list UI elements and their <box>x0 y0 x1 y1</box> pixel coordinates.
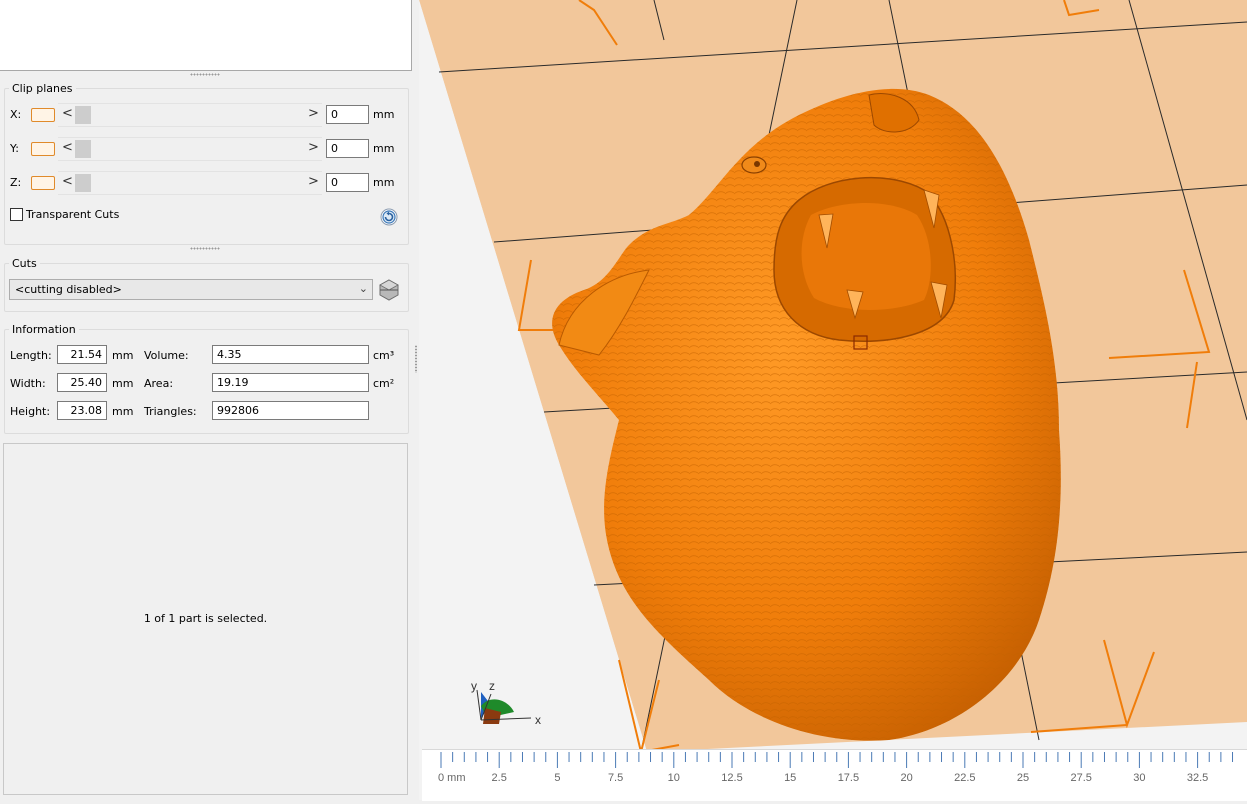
axis-x-label: x <box>535 713 541 727</box>
volume-field: 4.35 <box>212 345 369 364</box>
height-field: 23.08 <box>57 401 107 420</box>
clip-y-indicator[interactable] <box>31 142 55 156</box>
height-label: Height: <box>10 405 51 418</box>
ruler-label: 0 mm <box>438 772 466 784</box>
ruler-label: 20 <box>900 772 912 784</box>
ruler-label: 15 <box>784 772 796 784</box>
triangles-field: 992806 <box>212 401 369 420</box>
cuts-title: Cuts <box>9 257 40 270</box>
ruler-label: 5 <box>554 772 560 784</box>
triangles-label: Triangles: <box>144 405 197 418</box>
clip-z-input[interactable]: 0 <box>326 173 369 192</box>
ruler-label: 30 <box>1133 772 1145 784</box>
clip-y-slider[interactable]: < > <box>58 137 322 161</box>
ruler-label: 25 <box>1017 772 1029 784</box>
ruler-label: 32.5 <box>1187 772 1208 784</box>
selection-status-text: 1 of 1 part is selected. <box>143 612 268 625</box>
clip-x-unit: mm <box>373 108 395 121</box>
clip-z-label: Z: <box>10 176 22 189</box>
transparent-cuts-checkbox[interactable] <box>10 208 23 221</box>
slider-right-arrow-icon[interactable]: > <box>308 140 319 155</box>
splitter-grip[interactable] <box>190 73 220 76</box>
left-panel: Clip planes X: < > 0 mm Y: < > 0 mm Z: <… <box>0 0 414 800</box>
slider-thumb[interactable] <box>75 106 91 124</box>
volume-unit: cm³ <box>373 349 395 362</box>
ruler-label: 27.5 <box>1070 772 1091 784</box>
clip-x-indicator[interactable] <box>31 108 55 122</box>
area-unit: cm² <box>373 377 395 390</box>
ruler-label: 22.5 <box>954 772 975 784</box>
length-unit: mm <box>112 349 134 362</box>
measurement-ruler: 0 mm 2.5 5 7.5 10 12.5 15 17.5 20 22.5 25 27.5 30 32.… <box>422 749 1247 801</box>
clip-x-slider[interactable]: < > <box>58 103 322 127</box>
clip-planes-title: Clip planes <box>9 82 76 95</box>
ruler-label: 10 <box>668 772 680 784</box>
clip-z-unit: mm <box>373 176 395 189</box>
clip-y-input[interactable]: 0 <box>326 139 369 158</box>
cuts-dropdown-value: <cutting disabled> <box>15 283 122 296</box>
clip-y-label: Y: <box>10 142 19 155</box>
clip-z-slider[interactable]: < > <box>58 171 322 195</box>
3d-viewport[interactable]: x y z <box>419 0 1247 800</box>
selection-status-panel: 1 of 1 part is selected. <box>3 443 408 795</box>
slider-left-arrow-icon[interactable]: < <box>62 140 73 155</box>
width-unit: mm <box>112 377 134 390</box>
splitter-grip[interactable] <box>190 247 220 250</box>
viewport-scene: x y z <box>419 0 1247 800</box>
length-field: 21.54 <box>57 345 107 364</box>
slider-thumb[interactable] <box>75 174 91 192</box>
information-title: Information <box>9 323 79 336</box>
volume-label: Volume: <box>144 349 189 362</box>
length-label: Length: <box>10 349 52 362</box>
cut-tool-icon[interactable] <box>377 278 401 302</box>
ruler-label: 17.5 <box>838 772 859 784</box>
clip-z-indicator[interactable] <box>31 176 55 190</box>
clip-x-input[interactable]: 0 <box>326 105 369 124</box>
axis-y-label: y <box>471 679 477 693</box>
ruler-label: 12.5 <box>721 772 742 784</box>
ruler-label: 7.5 <box>608 772 623 784</box>
slider-right-arrow-icon[interactable]: > <box>308 174 319 189</box>
vertical-splitter[interactable] <box>412 0 419 800</box>
clip-y-unit: mm <box>373 142 395 155</box>
transparent-cuts-label[interactable]: Transparent Cuts <box>26 208 119 221</box>
slider-thumb[interactable] <box>75 140 91 158</box>
reset-icon[interactable] <box>380 208 398 226</box>
slider-right-arrow-icon[interactable]: > <box>308 106 319 121</box>
object-list-panel[interactable] <box>0 0 412 71</box>
cuts-dropdown[interactable]: <cutting disabled> ⌄ <box>9 279 373 300</box>
slider-left-arrow-icon[interactable]: < <box>62 106 73 121</box>
area-field: 19.19 <box>212 373 369 392</box>
slider-left-arrow-icon[interactable]: < <box>62 174 73 189</box>
width-label: Width: <box>10 377 46 390</box>
height-unit: mm <box>112 405 134 418</box>
clip-x-label: X: <box>10 108 22 121</box>
splitter-grip[interactable] <box>415 345 417 373</box>
ruler-scale: 0 mm 2.5 5 7.5 10 12.5 15 17.5 20 22.5 25 27.5 30 32.… <box>438 752 1234 784</box>
width-field: 25.40 <box>57 373 107 392</box>
axis-z-label: z <box>489 679 495 693</box>
ruler-label: 2.5 <box>492 772 507 784</box>
area-label: Area: <box>144 377 174 390</box>
chevron-down-icon: ⌄ <box>358 282 368 295</box>
